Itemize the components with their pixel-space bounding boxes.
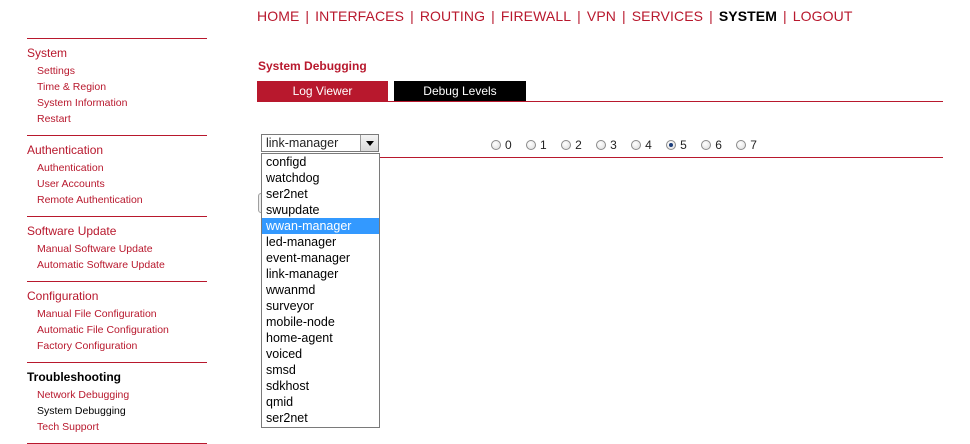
level-label: 4 [645,138,652,152]
sidebar-section-troubleshooting: Troubleshooting Network Debugging System… [27,362,207,435]
level-label: 5 [680,138,687,152]
debug-level-radio-group: 0 1 2 3 4 5 6 7 [491,138,768,153]
level-label: 6 [715,138,722,152]
module-select[interactable]: link-manager [261,134,379,152]
radio-circle-icon[interactable] [561,140,572,150]
level-label: 1 [540,138,547,152]
dropdown-option[interactable]: wwanmd [262,282,379,298]
top-nav: HOME | INTERFACES | ROUTING | FIREWALL | VPN | SER… [257,8,852,24]
sidebar-section-configuration: Configuration Manual File Configuration … [27,281,207,354]
sidebar-section-authentication: Authentication Authentication User Accou… [27,135,207,208]
sidebar-section-title[interactable]: Troubleshooting [27,369,207,385]
chevron-down-icon[interactable] [360,135,378,151]
dropdown-option[interactable]: home-agent [262,330,379,346]
section-divider [379,157,943,158]
dropdown-option-highlighted[interactable]: wwan-manager [262,218,379,234]
dropdown-option[interactable]: event-manager [262,250,379,266]
dropdown-option[interactable]: configd [262,154,379,170]
tab-debug-levels[interactable]: Debug Levels [394,81,526,102]
sidebar-item-system-debugging[interactable]: System Debugging [37,403,207,419]
nav-logout[interactable]: LOGOUT [793,8,853,24]
sidebar-item-manual-software-update[interactable]: Manual Software Update [37,241,207,257]
radio-circle-icon[interactable] [631,140,642,150]
tab-underline [257,101,943,102]
level-label: 3 [610,138,617,152]
dropdown-option[interactable]: mobile-node [262,314,379,330]
dropdown-option[interactable]: ser2net [262,410,379,426]
sidebar-item-authentication[interactable]: Authentication [37,160,207,176]
radio-circle-icon[interactable] [596,140,607,150]
level-radio-6[interactable]: 6 [701,138,722,152]
level-radio-7[interactable]: 7 [736,138,757,152]
nav-separator: | [305,8,310,24]
sidebar-item-user-accounts[interactable]: User Accounts [37,176,207,192]
sidebar-section-title[interactable]: Configuration [27,288,207,304]
dropdown-option[interactable]: swupdate [262,202,379,218]
nav-services[interactable]: SERVICES [632,8,703,24]
nav-separator: | [783,8,787,24]
dropdown-option[interactable]: smsd [262,362,379,378]
level-label: 2 [575,138,582,152]
sidebar-item-remote-authentication[interactable]: Remote Authentication [37,192,207,208]
dropdown-option[interactable]: watchdog [262,170,379,186]
level-radio-1[interactable]: 1 [526,138,547,152]
nav-routing[interactable]: ROUTING [420,8,485,24]
sidebar-section-software-update: Software Update Manual Software Update A… [27,216,207,273]
radio-circle-icon[interactable] [526,140,537,150]
sidebar-item-time-region[interactable]: Time & Region [37,79,207,95]
level-radio-5[interactable]: 5 [666,138,687,152]
dropdown-option[interactable]: ser2net [262,186,379,202]
sidebar-item-automatic-file-configuration[interactable]: Automatic File Configuration [37,322,207,338]
sidebar-section-title[interactable]: Authentication [27,142,207,158]
page-title: System Debugging [258,59,367,73]
sidebar-section-title[interactable]: System [27,45,207,61]
sidebar-item-network-debugging[interactable]: Network Debugging [37,387,207,403]
sidebar-item-restart[interactable]: Restart [37,111,207,127]
dropdown-option[interactable]: surveyor [262,298,379,314]
dropdown-option[interactable]: qmid [262,394,379,410]
module-select-value: link-manager [266,136,339,150]
nav-separator: | [621,8,626,24]
nav-vpn[interactable]: VPN [587,8,616,24]
dropdown-option[interactable]: sdkhost [262,378,379,394]
nav-home[interactable]: HOME [257,8,299,24]
level-label: 0 [505,138,512,152]
sidebar-section-system: System Settings Time & Region System Inf… [27,38,207,127]
sidebar-item-settings[interactable]: Settings [37,63,207,79]
sidebar: System Settings Time & Region System Inf… [27,38,207,444]
level-radio-2[interactable]: 2 [561,138,582,152]
nav-separator: | [709,8,713,24]
nav-system[interactable]: SYSTEM [719,8,777,24]
nav-separator: | [491,8,495,24]
dropdown-option[interactable]: link-manager [262,266,379,282]
sidebar-item-automatic-software-update[interactable]: Automatic Software Update [37,257,207,273]
level-label: 7 [750,138,757,152]
radio-checked-icon[interactable] [666,140,677,150]
sidebar-item-manual-file-configuration[interactable]: Manual File Configuration [37,306,207,322]
level-radio-3[interactable]: 3 [596,138,617,152]
level-radio-0[interactable]: 0 [491,138,512,152]
dropdown-option[interactable]: voiced [262,346,379,362]
radio-circle-icon[interactable] [701,140,712,150]
sidebar-item-factory-configuration[interactable]: Factory Configuration [37,338,207,354]
dropdown-option[interactable]: led-manager [262,234,379,250]
nav-firewall[interactable]: FIREWALL [501,8,571,24]
tab-log-viewer[interactable]: Log Viewer [257,81,388,102]
nav-separator: | [577,8,581,24]
radio-circle-icon[interactable] [491,140,501,150]
level-radio-4[interactable]: 4 [631,138,652,152]
nav-separator: | [410,8,414,24]
module-dropdown-list: configd watchdog ser2net swupdate wwan-m… [261,153,380,428]
radio-circle-icon[interactable] [736,140,747,150]
sidebar-item-system-information[interactable]: System Information [37,95,207,111]
sidebar-section-title[interactable]: Software Update [27,223,207,239]
nav-interfaces[interactable]: INTERFACES [315,8,404,24]
